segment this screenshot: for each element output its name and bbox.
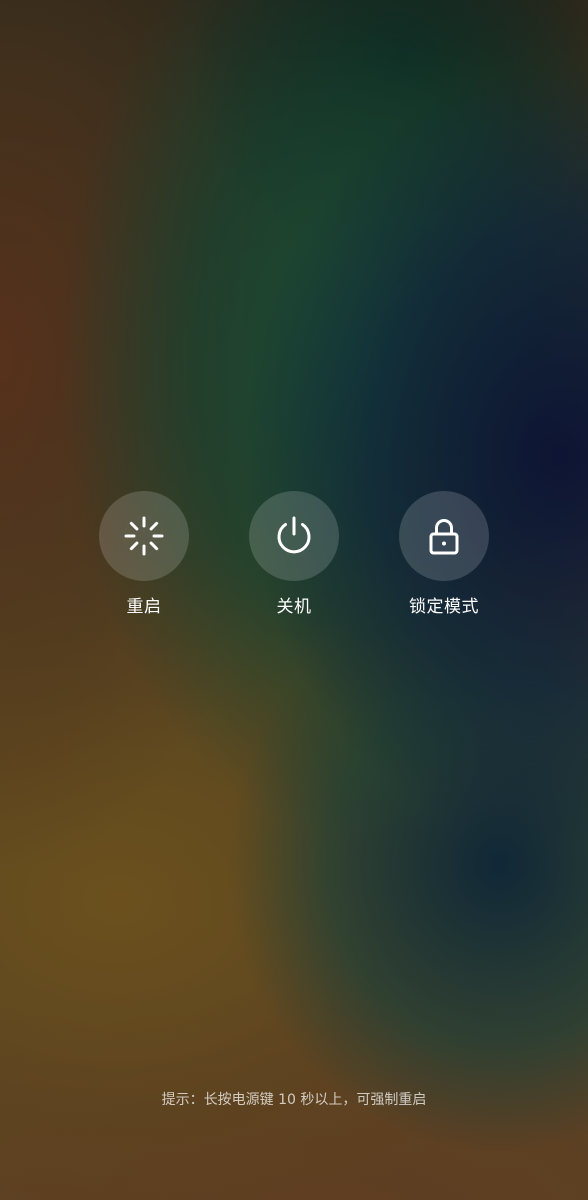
power-off-button[interactable]: 关机 — [234, 491, 354, 619]
power-menu: 重启 关机 锁定模式 — [0, 491, 588, 631]
force-restart-hint: 提示：长按电源键 10 秒以上，可强制重启 — [161, 1092, 427, 1108]
lock-icon — [429, 519, 459, 555]
power-off-label: 关机 — [276, 597, 312, 617]
power-icon — [277, 516, 311, 554]
power-off-circle[interactable] — [249, 491, 339, 581]
restart-spinner-icon — [124, 516, 164, 556]
restart-label: 重启 — [126, 597, 162, 617]
lockdown-circle[interactable] — [399, 491, 489, 581]
lockdown-button[interactable]: 锁定模式 — [384, 491, 504, 619]
restart-button[interactable]: 重启 — [84, 491, 204, 619]
lockdown-label: 锁定模式 — [409, 597, 479, 617]
restart-circle[interactable] — [99, 491, 189, 581]
